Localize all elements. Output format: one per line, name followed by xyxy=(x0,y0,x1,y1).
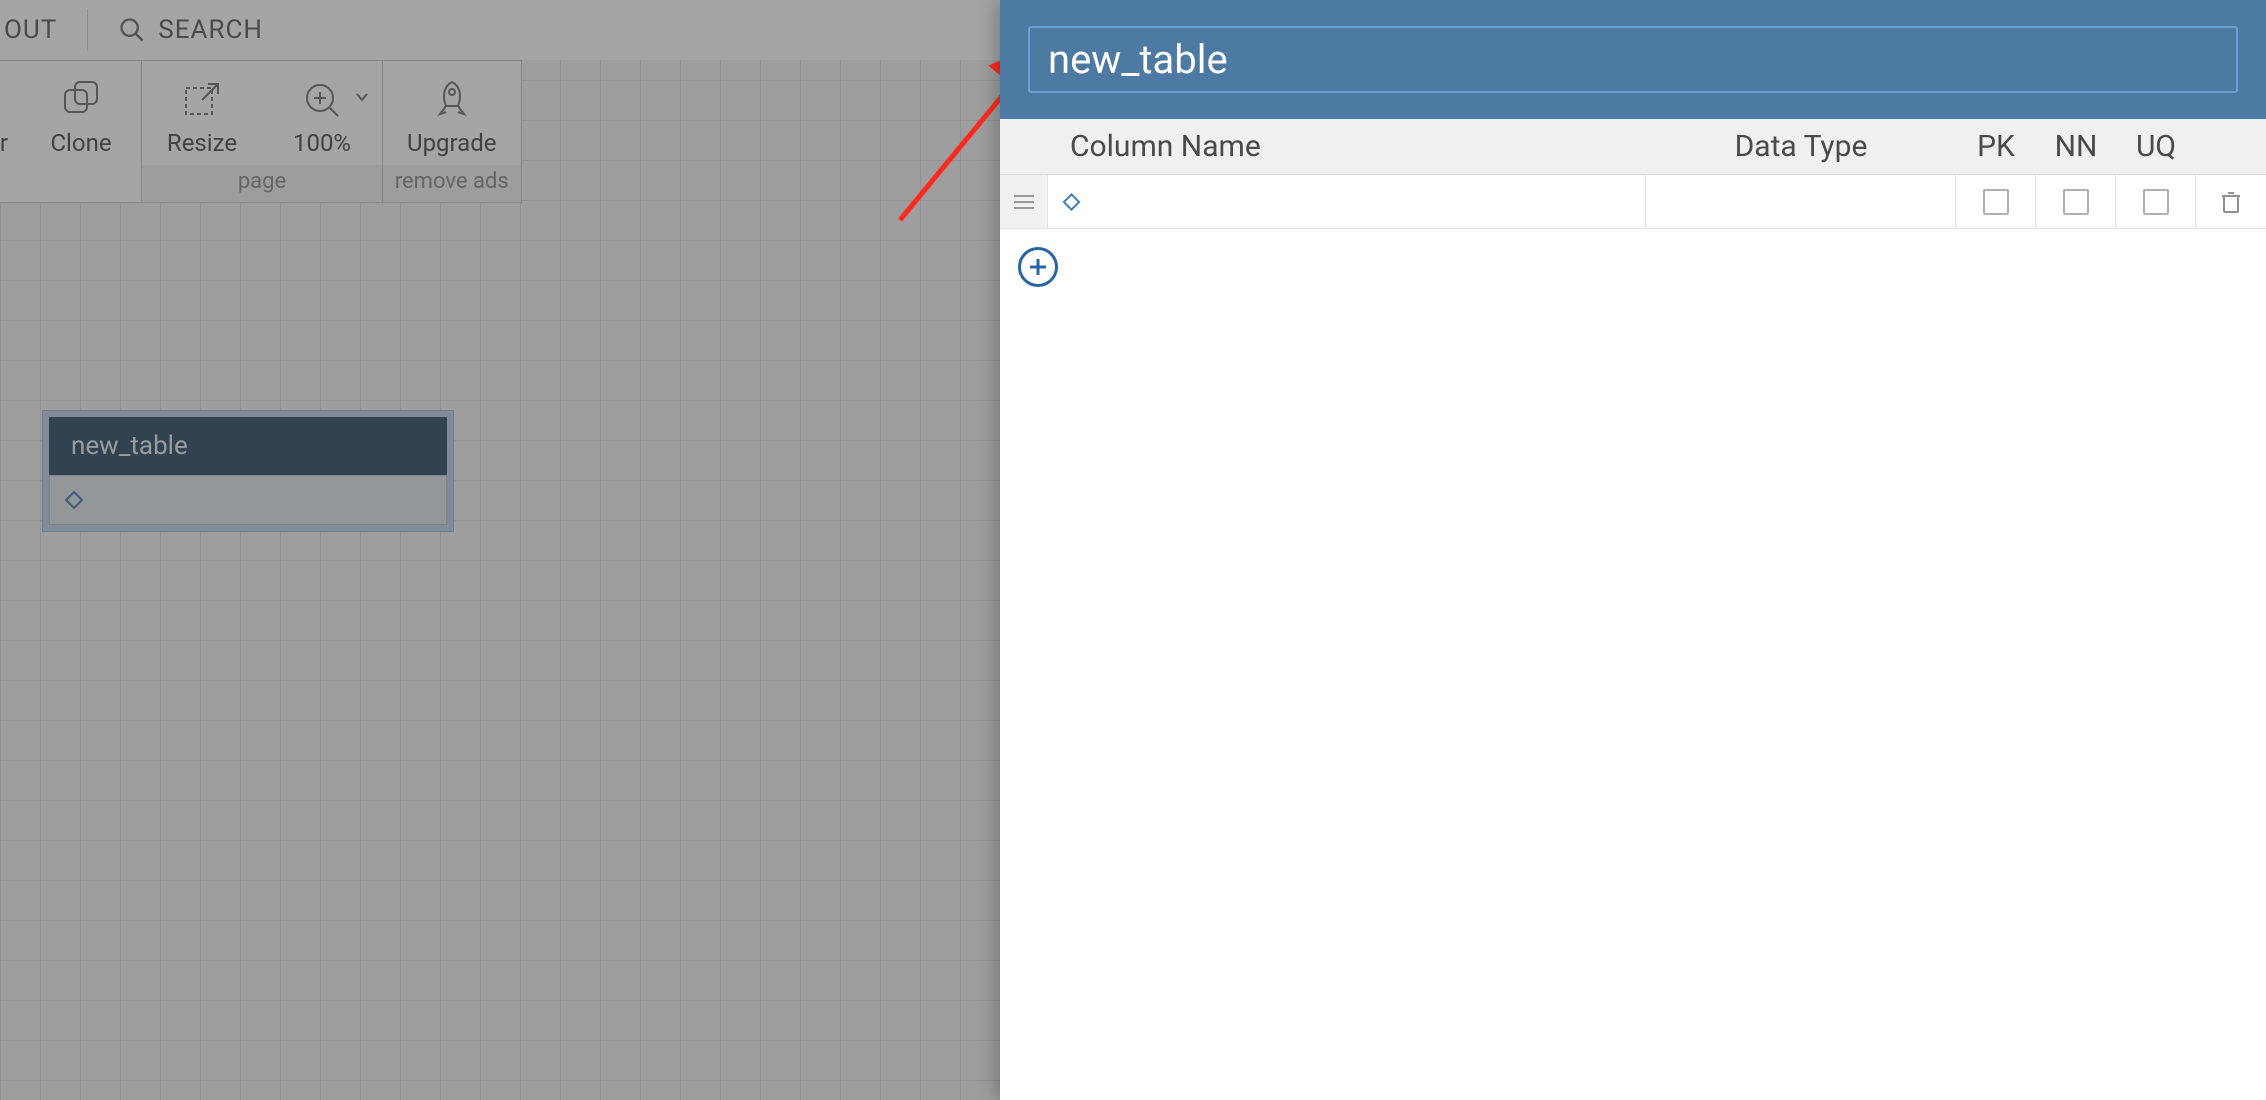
plus-icon xyxy=(1027,256,1049,278)
delete-column-button[interactable] xyxy=(2196,190,2266,214)
add-column-button[interactable] xyxy=(1018,247,1058,287)
panel-header xyxy=(1000,0,2266,119)
header-nn: NN xyxy=(2036,129,2116,164)
header-uq: UQ xyxy=(2116,129,2196,164)
columns-header-row: Column Name Data Type PK NN UQ xyxy=(1000,119,2266,175)
diamond-icon xyxy=(1062,192,1081,212)
pk-checkbox[interactable] xyxy=(1983,189,2009,215)
row-drag-handle[interactable] xyxy=(1000,175,1048,228)
trash-icon xyxy=(2220,190,2242,214)
column-type-input[interactable] xyxy=(1646,175,1956,228)
drag-handle-icon xyxy=(1012,192,1036,212)
column-name-input[interactable] xyxy=(1091,186,1645,217)
header-data-type: Data Type xyxy=(1646,129,1956,164)
table-editor-panel: Column Name Data Type PK NN UQ xyxy=(1000,0,2266,1100)
header-column-name: Column Name xyxy=(1048,129,1646,164)
table-name-input[interactable] xyxy=(1028,26,2238,93)
column-row xyxy=(1000,175,2266,229)
header-pk: PK xyxy=(1956,129,2036,164)
uq-checkbox[interactable] xyxy=(2143,189,2169,215)
nn-checkbox[interactable] xyxy=(2063,189,2089,215)
